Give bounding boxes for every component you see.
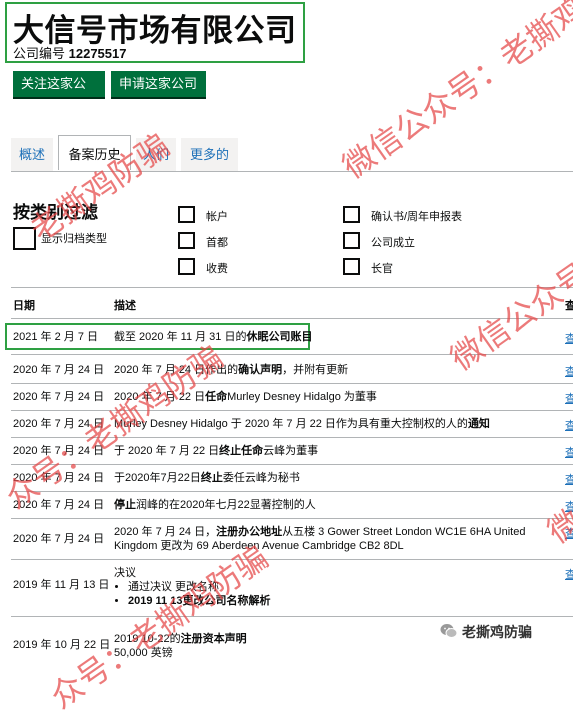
filter-charges-label: 收费: [206, 263, 228, 275]
watermark-text: 微信公众号：老撕鸡防骗: [444, 145, 573, 378]
row-date: 2021 年 2 月 7 日: [13, 331, 98, 343]
row-divider: [11, 410, 573, 411]
wechat-badge-label: 老撕鸡防骗: [462, 624, 532, 640]
tab-more[interactable]: 更多的: [181, 138, 238, 171]
wechat-icon: [440, 624, 458, 638]
list-item: 2019 11 13更改公司名称解析: [128, 594, 554, 608]
tab-filing-history[interactable]: 备案历史: [58, 135, 131, 170]
view-pdf-link[interactable]: 查: [565, 363, 573, 379]
view-pdf-link[interactable]: 查: [565, 417, 573, 433]
tab-people[interactable]: 人们: [136, 138, 176, 171]
view-pdf-link[interactable]: 查: [565, 525, 573, 541]
row-divider: [11, 616, 573, 617]
filter-confirmation-checkbox[interactable]: [343, 206, 360, 223]
row-date: 2020 年 7 月 24 日: [13, 472, 105, 484]
tab-divider: [11, 171, 573, 172]
row-description: 2020 年 7 月 24 日作出的确认声明，并附有更新: [114, 364, 349, 376]
view-pdf-link[interactable]: 查: [565, 390, 573, 406]
watermark-text: 微信公众号：老撕鸡防骗: [336, 0, 573, 186]
show-filing-types-label: 显示归档类型: [41, 233, 107, 245]
row-date: 2020 年 7 月 24 日: [13, 445, 105, 457]
row-divider: [11, 491, 573, 492]
row-date: 2019 年 11 月 13 日: [13, 579, 110, 591]
company-number: 公司编号 12275517: [13, 43, 126, 62]
row-description: 于 2020 年 7 月 22 日终止任命云峰为董事: [114, 445, 319, 457]
filter-capital-checkbox[interactable]: [178, 232, 195, 249]
row-description: 2020 年 7 月 24 日，注册办公地址从五楼 3 Gower Street…: [114, 526, 526, 552]
company-number-value: 12275517: [68, 46, 127, 61]
show-filing-types-checkbox[interactable]: [13, 227, 36, 250]
row-description: 停止润峰的在2020年七月22显著控制的人: [114, 499, 316, 511]
view-pdf-link[interactable]: 查: [565, 498, 573, 514]
company-number-label: 公司编号: [13, 46, 66, 61]
row-divider: [11, 559, 573, 560]
row-date: 2020 年 7 月 24 日: [13, 533, 105, 545]
filter-accounts-label: 帐户: [206, 211, 228, 223]
filter-accounts-checkbox[interactable]: [178, 206, 195, 223]
row-date: 2019 年 10 月 22 日: [13, 639, 111, 651]
row-divider: [11, 464, 573, 465]
filter-charges-checkbox[interactable]: [178, 258, 195, 275]
filter-confirmation-label: 确认书/周年申报表: [371, 211, 463, 223]
view-pdf-link[interactable]: 查: [565, 471, 573, 487]
row-description: 决议 通过决议 更改名称 2019 11 13更改公司名称解析: [114, 566, 554, 608]
watermark-text: 众号：老撕鸡防骗: [44, 538, 275, 716]
row-description: 2020 年 7 月 22 日任命Murley Desney Hidalgo 为…: [114, 391, 377, 403]
filter-officers-checkbox[interactable]: [343, 258, 360, 275]
filter-divider: [11, 287, 573, 288]
row-description: 截至 2020 年 11 月 31 日的休眠公司账目: [114, 331, 313, 343]
row-divider: [11, 383, 573, 384]
row-description: 于2020年7月22日终止委任云峰为秘书: [114, 472, 300, 484]
row-divider: [11, 518, 573, 519]
row-date: 2020 年 7 月 24 日: [13, 391, 105, 403]
view-pdf-link[interactable]: 查: [565, 444, 573, 460]
table-header-divider: [11, 318, 573, 319]
column-header-view: 查: [565, 300, 573, 312]
row-date: 2020 年 7 月 24 日: [13, 418, 105, 430]
column-header-description: 描述: [114, 300, 136, 312]
filter-capital-label: 首都: [206, 237, 228, 249]
view-pdf-link[interactable]: 查: [565, 330, 573, 346]
tab-overview[interactable]: 概述: [11, 138, 53, 171]
row-divider: [11, 354, 573, 355]
row-description: 2019 10-22的注册资本声明 50,000 英镑: [114, 633, 247, 659]
follow-company-button[interactable]: 关注这家公司: [13, 71, 105, 117]
list-item: 通过决议 更改名称: [128, 580, 554, 594]
filter-officers-label: 长官: [371, 263, 393, 275]
column-header-date: 日期: [13, 300, 35, 312]
apply-company-button[interactable]: 申请这家公司: [111, 71, 206, 97]
row-date: 2020 年 7 月 24 日: [13, 499, 105, 511]
row-description: Murley Desney Hidalgo 于 2020 年 7 月 22 日作…: [114, 418, 490, 430]
company-header-box: 大信号市场有限公司 公司编号 12275517: [5, 2, 305, 63]
filter-title: 按类别过滤: [13, 203, 98, 222]
row-divider: [11, 437, 573, 438]
row-date: 2020 年 7 月 24 日: [13, 364, 105, 376]
filter-incorporation-label: 公司成立: [371, 237, 415, 249]
view-pdf-link[interactable]: 查: [565, 566, 573, 582]
filter-incorporation-checkbox[interactable]: [343, 232, 360, 249]
